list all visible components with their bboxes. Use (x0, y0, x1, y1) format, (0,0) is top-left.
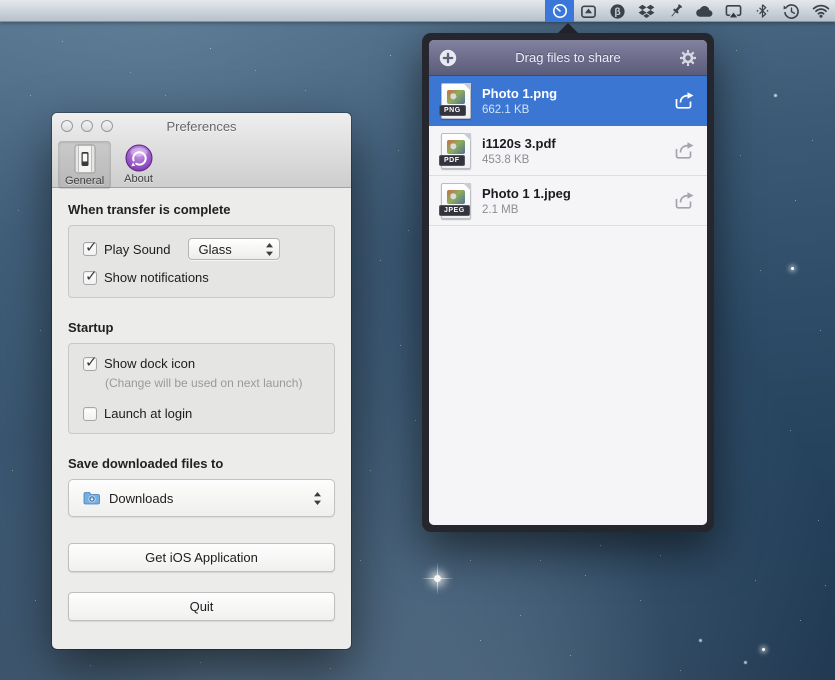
preferences-toolbar: General About (52, 139, 351, 189)
bluetooth-icon[interactable] (748, 0, 777, 22)
popover-title: Drag files to share (429, 50, 707, 65)
bright-star (434, 575, 441, 582)
popover-header: Drag files to share (429, 40, 707, 76)
show-notifications-label: Show notifications (104, 270, 209, 285)
tab-about[interactable]: About (117, 141, 160, 189)
file-name: Photo 1.png (482, 86, 557, 101)
pdf-file-icon: PDF (441, 133, 471, 169)
svg-text:β: β (614, 7, 620, 18)
save-section-heading: Save downloaded files to (68, 456, 335, 471)
file-size: 453.8 KB (482, 154, 556, 166)
file-row[interactable]: PDF i1120s 3.pdf 453.8 KB (429, 126, 707, 176)
title-bar[interactable]: Preferences (52, 113, 351, 139)
play-sound-checkbox[interactable]: ✓ (83, 242, 97, 256)
gear-icon[interactable] (679, 49, 697, 67)
stepper-arrows-icon (313, 491, 322, 506)
beta-icon[interactable]: β (603, 0, 632, 22)
star (791, 267, 794, 270)
window-header: Preferences General About (52, 113, 351, 188)
wifi-icon[interactable] (806, 0, 835, 22)
file-size: 662.1 KB (482, 104, 557, 116)
tab-general-label: General (65, 175, 104, 187)
stepper-arrows-icon (265, 242, 274, 257)
eject-icon[interactable] (574, 0, 603, 22)
tab-about-label: About (124, 173, 153, 185)
minimize-button[interactable] (81, 120, 93, 132)
png-file-icon: PNG (441, 83, 471, 119)
drop-zone[interactable] (429, 226, 707, 525)
menu-bar: β (0, 0, 835, 22)
pushpin-icon[interactable] (661, 0, 690, 22)
tab-general[interactable]: General (58, 141, 111, 189)
sound-select[interactable]: Glass (188, 238, 280, 260)
add-files-button[interactable] (439, 49, 457, 67)
transfer-group: ✓ Play Sound Glass ✓ Show notifications (68, 225, 335, 298)
preferences-window: Preferences General About When transfer … (52, 113, 351, 649)
file-type-badge: PNG (439, 105, 466, 116)
transfer-section-heading: When transfer is complete (68, 202, 335, 217)
preferences-content: When transfer is complete ✓ Play Sound G… (52, 188, 351, 621)
file-name: Photo 1 1.jpeg (482, 186, 571, 201)
deskconnect-status-icon[interactable] (545, 0, 574, 22)
show-dock-icon-label: Show dock icon (104, 356, 195, 371)
launch-at-login-label: Launch at login (104, 406, 192, 421)
show-dock-icon-checkbox[interactable]: ✓ (83, 357, 97, 371)
file-size: 2.1 MB (482, 204, 571, 216)
star (762, 648, 765, 651)
share-icon[interactable] (673, 91, 695, 110)
status-icon-tray: β (545, 0, 835, 22)
file-name: i1120s 3.pdf (482, 136, 556, 151)
file-row[interactable]: PNG Photo 1.png 662.1 KB (429, 76, 707, 126)
zoom-button[interactable] (101, 120, 113, 132)
downloads-folder-icon (83, 491, 101, 505)
share-icon[interactable] (673, 191, 695, 210)
time-machine-icon[interactable] (777, 0, 806, 22)
popover-frame: Drag files to share PNG Photo 1.png 662.… (422, 33, 714, 532)
show-notifications-checkbox[interactable]: ✓ (83, 271, 97, 285)
cloud-icon[interactable] (690, 0, 719, 22)
download-folder-value: Downloads (109, 491, 173, 506)
quit-button[interactable]: Quit (68, 592, 335, 621)
file-type-badge: JPEG (439, 205, 470, 216)
airplay-icon[interactable] (719, 0, 748, 22)
jpeg-file-icon: JPEG (441, 183, 471, 219)
file-row[interactable]: JPEG Photo 1 1.jpeg 2.1 MB (429, 176, 707, 226)
file-type-badge: PDF (439, 155, 465, 166)
light-switch-icon (72, 144, 98, 174)
launch-at-login-checkbox[interactable] (83, 407, 97, 421)
app-logo-icon (125, 144, 153, 172)
share-popover: Drag files to share PNG Photo 1.png 662.… (422, 23, 714, 532)
startup-group: ✓ Show dock icon (Change will be used on… (68, 343, 335, 434)
play-sound-label: Play Sound (104, 242, 171, 257)
share-icon[interactable] (673, 141, 695, 160)
startup-section-heading: Startup (68, 320, 335, 335)
dropbox-icon[interactable] (632, 0, 661, 22)
get-ios-app-button[interactable]: Get iOS Application (68, 543, 335, 572)
sound-select-value: Glass (199, 242, 232, 257)
download-folder-select[interactable]: Downloads (68, 479, 335, 517)
dock-icon-note: (Change will be used on next launch) (105, 376, 320, 390)
close-button[interactable] (61, 120, 73, 132)
